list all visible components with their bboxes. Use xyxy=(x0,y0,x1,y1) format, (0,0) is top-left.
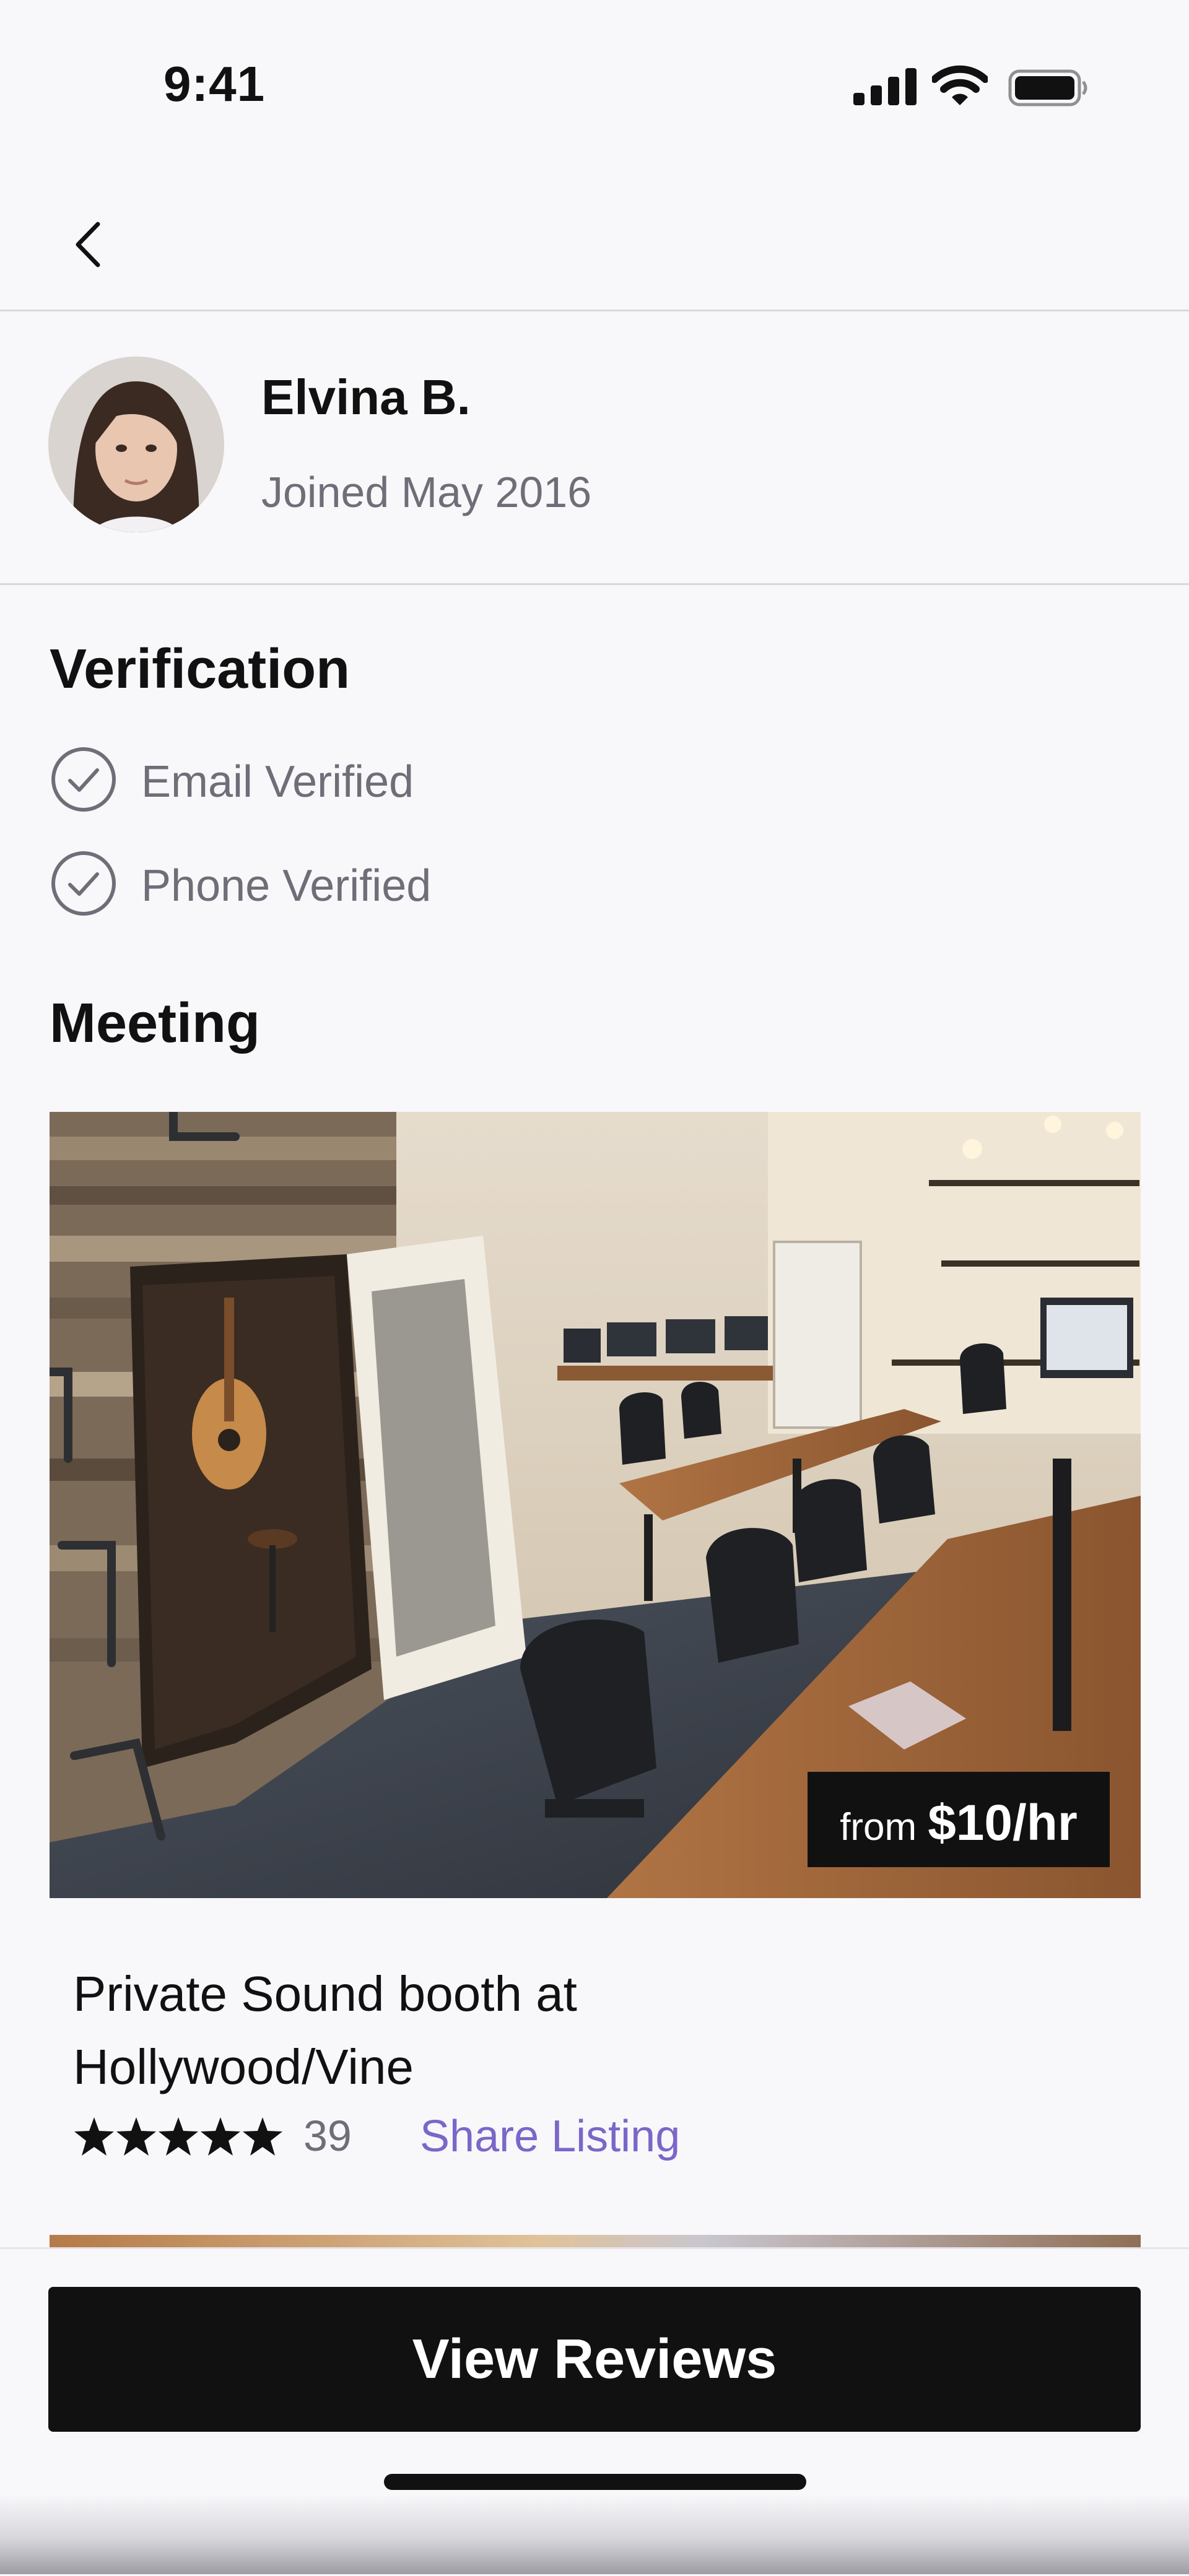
meeting-title: Meeting xyxy=(50,992,261,1054)
profile-divider xyxy=(0,583,1189,585)
star-icon xyxy=(201,2117,240,2156)
star-icon xyxy=(116,2117,156,2156)
bottom-shade xyxy=(0,2495,1189,2574)
battery-icon xyxy=(1008,69,1087,106)
star-icon xyxy=(74,2117,114,2156)
back-button[interactable] xyxy=(68,217,111,272)
avatar xyxy=(48,357,224,532)
star-icon xyxy=(159,2117,198,2156)
wifi-icon xyxy=(932,65,988,105)
price-prefix: from xyxy=(840,1806,917,1849)
joined-date: Joined May 2016 xyxy=(261,468,592,516)
check-circle-icon xyxy=(51,851,116,916)
price-amount: $10/hr xyxy=(928,1795,1078,1851)
star-icon xyxy=(243,2117,282,2156)
home-indicator xyxy=(384,2474,806,2490)
email-verified-label: Email Verified xyxy=(141,757,414,807)
cellular-signal-icon xyxy=(853,68,917,105)
listing-title-line1: Private Sound booth at xyxy=(73,1966,577,2021)
verification-title: Verification xyxy=(50,638,351,700)
status-time: 9:41 xyxy=(163,56,266,111)
rating-stars xyxy=(74,2117,282,2156)
check-circle-icon xyxy=(51,747,116,812)
view-reviews-button[interactable]: View Reviews xyxy=(48,2287,1141,2432)
profile-name: Elvina B. xyxy=(261,370,471,425)
phone-verified-label: Phone Verified xyxy=(141,861,432,911)
price-tag: from $10/hr xyxy=(808,1772,1110,1867)
listing-title[interactable]: Private Sound booth at Hollywood/Vine xyxy=(73,1958,754,2104)
share-listing-link[interactable]: Share Listing xyxy=(420,2111,680,2162)
listing-title-line2: Hollywood/Vine xyxy=(73,2039,414,2094)
review-count: 39 xyxy=(303,2112,352,2160)
header-divider xyxy=(0,310,1189,311)
